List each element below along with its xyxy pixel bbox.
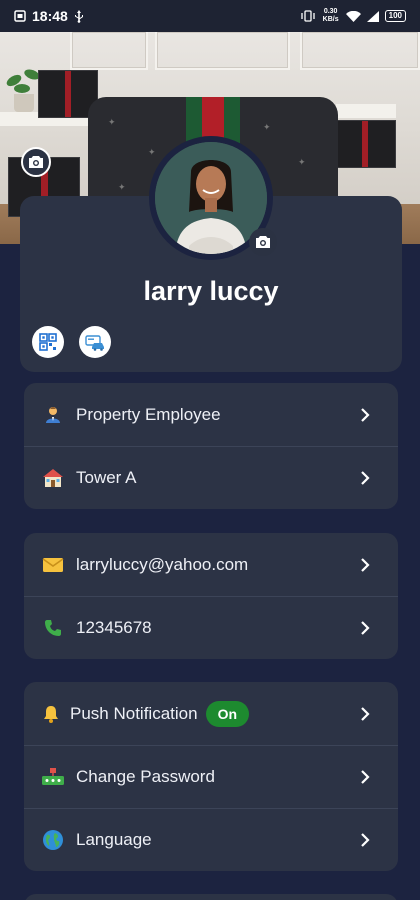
qr-code-button[interactable]: [32, 326, 64, 358]
status-time: 18:48: [32, 8, 68, 24]
qr-code-icon: [39, 333, 57, 351]
change-cover-button[interactable]: [21, 147, 51, 177]
vehicle-button[interactable]: [79, 326, 111, 358]
camera-icon: [29, 156, 43, 168]
decor-box: [334, 120, 396, 168]
password-icon: [40, 764, 66, 790]
phone-icon: [40, 615, 66, 641]
wall-panel: [70, 32, 148, 70]
wall-panel: [155, 32, 290, 70]
language-item[interactable]: Language: [24, 808, 398, 871]
plant-leaf: [14, 84, 30, 93]
employee-icon: [40, 402, 66, 428]
email-item[interactable]: larryluccy@yahoo.com: [24, 533, 398, 596]
notification-status-badge[interactable]: On: [205, 700, 250, 727]
vibrate-icon: [300, 10, 316, 22]
chevron-right-icon: [358, 557, 372, 572]
wifi-icon: [345, 10, 361, 22]
change-password-item[interactable]: Change Password: [24, 745, 398, 808]
location-item[interactable]: Tower A: [24, 446, 398, 509]
status-bar: 18:48 0.30 KB/s 100: [0, 0, 420, 32]
contact-card: larryluccy@yahoo.com 12345678: [24, 533, 398, 659]
push-notification-item[interactable]: Push Notification On: [24, 682, 398, 745]
next-card-edge: [24, 894, 398, 900]
building-icon: [40, 465, 66, 491]
chevron-right-icon: [358, 621, 372, 635]
wall-panel: [300, 32, 420, 70]
role-card: Property Employee Tower A: [24, 383, 398, 509]
chevron-right-icon: [358, 706, 372, 721]
globe-icon: [40, 827, 66, 853]
chevron-right-icon: [358, 407, 372, 422]
signal-icon: [366, 10, 379, 22]
car-card-icon: [85, 335, 104, 351]
side-table: [336, 104, 396, 118]
role-item[interactable]: Property Employee: [24, 383, 398, 446]
profile-name: larry luccy: [143, 276, 279, 306]
phone-item[interactable]: 12345678: [24, 596, 398, 659]
chevron-right-icon: [358, 471, 372, 485]
settings-card: Push Notification On Change Password Lan…: [24, 682, 398, 871]
mail-icon: [40, 552, 66, 578]
change-avatar-button[interactable]: [249, 228, 277, 256]
chevron-right-icon: [358, 833, 372, 847]
plant-pot: [14, 94, 34, 112]
bell-icon: [38, 701, 64, 727]
battery-indicator: 100: [384, 10, 406, 22]
gallery-notification-icon: [14, 10, 26, 22]
camera-icon: [256, 236, 270, 248]
network-speed: 0.30 KB/s: [322, 8, 339, 23]
chevron-right-icon: [358, 770, 372, 784]
usb-icon: [74, 9, 84, 23]
